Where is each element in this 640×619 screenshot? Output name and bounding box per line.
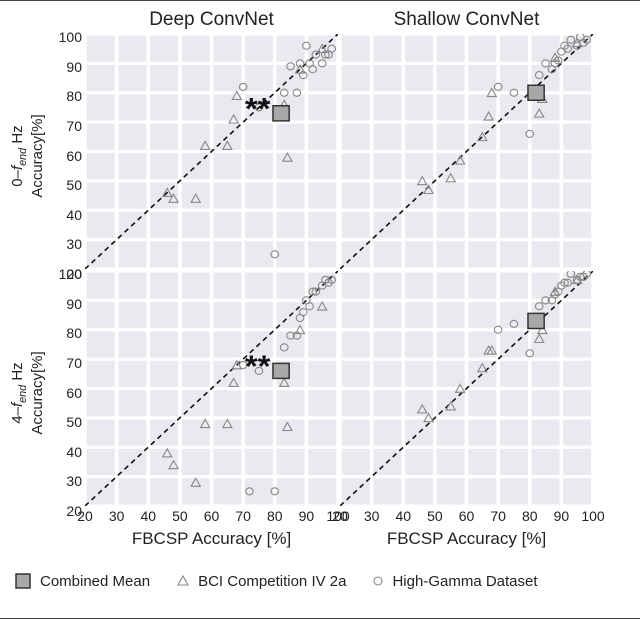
legend-item-hg: High-Gamma Dataset (372, 573, 537, 590)
panel-shallow_4fend: 2030405060708090100 (339, 270, 594, 507)
legend-item-bci: BCI Competition IV 2a (176, 573, 346, 590)
xtick: 20 (332, 508, 348, 524)
end-subscript: end (17, 148, 29, 166)
end-subscript: end (17, 385, 29, 403)
row2-range-prefix: 4– (9, 407, 26, 424)
xtick: 80 (522, 508, 538, 524)
ytick: 80 (66, 326, 82, 340)
xtick: 20 (77, 508, 93, 524)
col-title-deep: Deep ConvNet (84, 9, 339, 31)
ytick: 30 (66, 237, 82, 251)
ytick: 80 (66, 89, 82, 103)
ytick: 50 (66, 178, 82, 192)
legend: Combined Mean BCI Competition IV 2a High… (14, 572, 538, 590)
ytick: 100 (59, 30, 82, 44)
xtick: 80 (267, 508, 283, 524)
xticks: 2030405060708090100 (340, 506, 593, 524)
yticks-row1: 2030405060708090100 (52, 37, 82, 274)
yticks-row2: 2030405060708090100 (52, 274, 82, 511)
figure-frame: Deep ConvNet Shallow ConvNet 0–fend Hz A… (0, 0, 640, 619)
col-title-shallow: Shallow ConvNet (339, 9, 594, 31)
svg-text:**: ** (245, 349, 271, 384)
svg-text:**: ** (245, 91, 271, 126)
ytick: 40 (66, 208, 82, 222)
f-symbol: f (9, 403, 26, 407)
panel-grid: ****203040506070809010020304050607080901… (84, 33, 594, 507)
panel-deep_0fend: ** (84, 33, 339, 270)
hz-unit: Hz (9, 125, 26, 148)
legend-text-hg: High-Gamma Dataset (392, 573, 537, 590)
xtick: 70 (235, 508, 251, 524)
panel-shallow_0fend (339, 33, 594, 270)
xtick: 40 (395, 508, 411, 524)
ytick: 70 (66, 356, 82, 370)
row2-metric: Accuracy[%] (30, 351, 47, 434)
xtick: 90 (554, 508, 570, 524)
square-icon (14, 572, 32, 590)
xtick: 90 (299, 508, 315, 524)
xtick: 100 (581, 508, 604, 524)
row1-metric: Accuracy[%] (30, 114, 47, 197)
xlabel-col1: FBCSP Accuracy [%] (84, 529, 339, 549)
xtick: 30 (364, 508, 380, 524)
xtick: 50 (427, 508, 443, 524)
ytick: 70 (66, 119, 82, 133)
xticks: 2030405060708090100 (85, 506, 338, 524)
xtick: 60 (459, 508, 475, 524)
legend-text-bci: BCI Competition IV 2a (198, 573, 346, 590)
ytick: 50 (66, 415, 82, 429)
ytick: 30 (66, 474, 82, 488)
ytick: 40 (66, 445, 82, 459)
hz-unit: Hz (9, 362, 26, 385)
ytick: 60 (66, 386, 82, 400)
circle-icon (372, 575, 384, 587)
f-symbol: f (9, 166, 26, 170)
xtick: 50 (172, 508, 188, 524)
legend-text-combined: Combined Mean (40, 573, 150, 590)
triangle-icon (176, 574, 190, 588)
ytick: 90 (66, 60, 82, 74)
panel-deep_4fend: **2030405060708090100 (84, 270, 339, 507)
column-titles: Deep ConvNet Shallow ConvNet (84, 9, 594, 31)
row1-range-prefix: 0– (9, 170, 26, 187)
xtick: 30 (109, 508, 125, 524)
ytick: 60 (66, 149, 82, 163)
xtick: 70 (490, 508, 506, 524)
x-axis-labels: FBCSP Accuracy [%] FBCSP Accuracy [%] (84, 529, 594, 549)
xtick: 40 (140, 508, 156, 524)
xtick: 60 (204, 508, 220, 524)
ytick: 100 (59, 267, 82, 281)
legend-item-combined: Combined Mean (14, 572, 150, 590)
xlabel-col2: FBCSP Accuracy [%] (339, 529, 594, 549)
ytick: 90 (66, 297, 82, 311)
